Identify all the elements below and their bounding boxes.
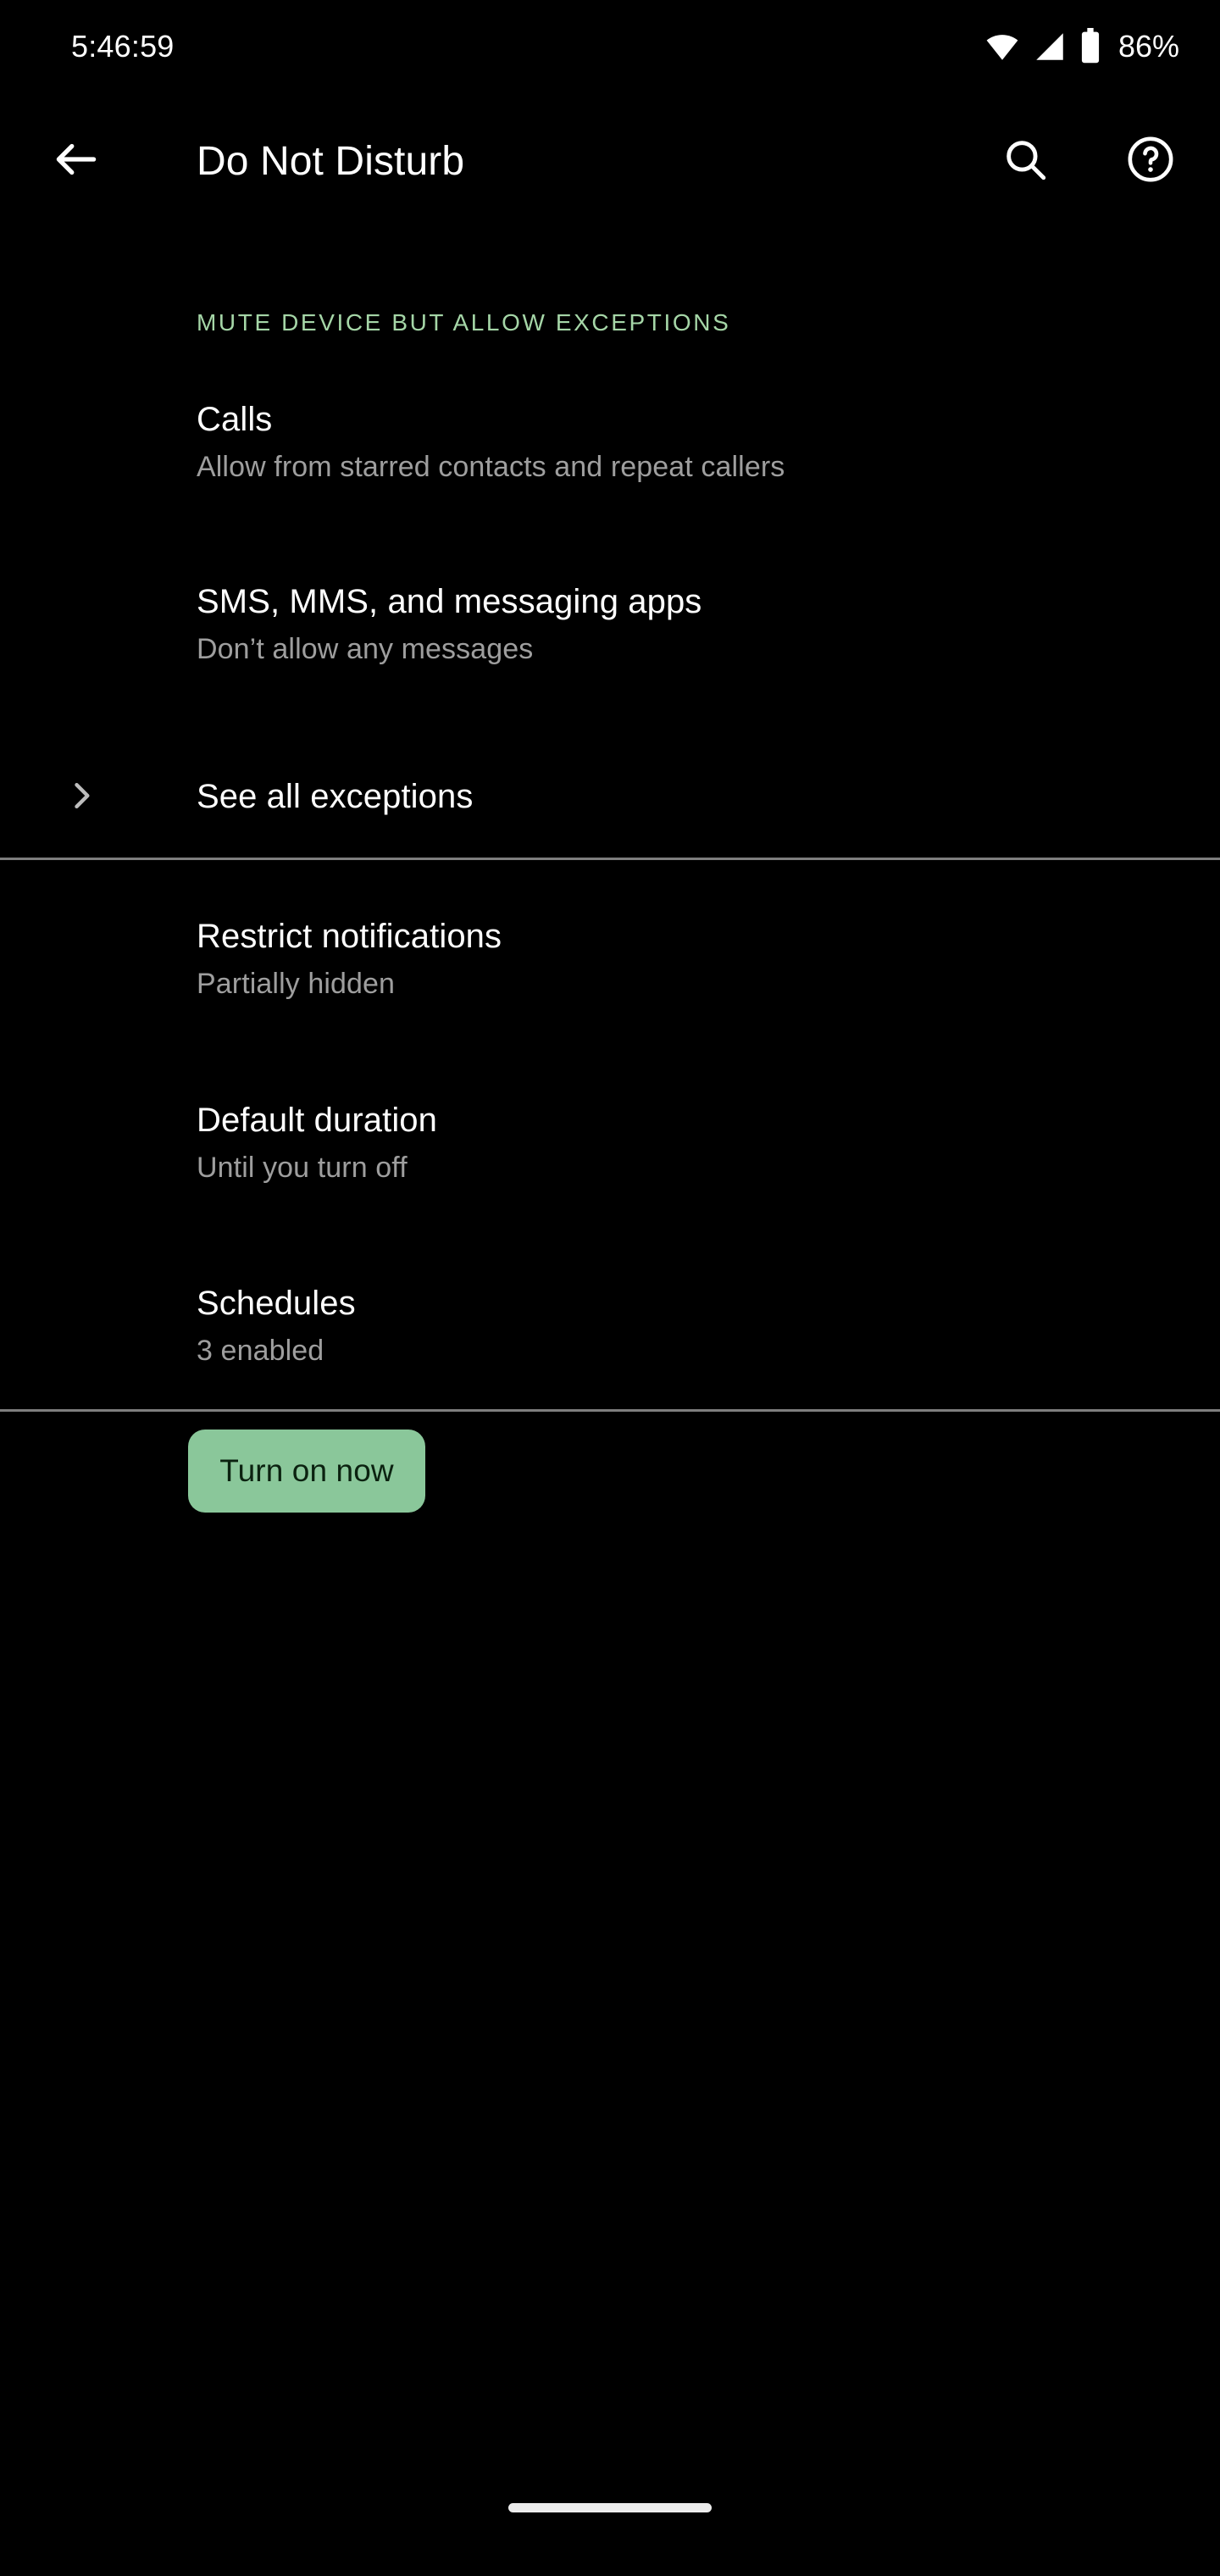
search-icon [1001, 135, 1050, 188]
app-bar: Do Not Disturb [0, 93, 1220, 229]
pref-summary: Until you turn off [197, 1152, 408, 1184]
section-header-exceptions: MUTE DEVICE BUT ALLOW EXCEPTIONS [197, 309, 731, 336]
pref-title: Restrict notifications [197, 918, 502, 955]
cellular-signal-icon [1032, 29, 1068, 64]
page-title: Do Not Disturb [197, 139, 465, 184]
back-button[interactable] [44, 129, 108, 193]
pref-summary: 3 enabled [197, 1335, 324, 1367]
status-bar: 5:46:59 86% [0, 0, 1220, 93]
battery-percent-label: 86% [1117, 29, 1179, 64]
pref-row-default-duration[interactable]: Default duration Until you turn off [0, 1099, 1220, 1187]
pref-title: Default duration [197, 1102, 438, 1139]
pref-row-sms-mms[interactable]: SMS, MMS, and messaging apps Don’t allow… [0, 580, 1220, 669]
pref-title: SMS, MMS, and messaging apps [197, 583, 702, 620]
home-gesture-pill[interactable] [508, 2503, 712, 2512]
section-divider [0, 858, 1220, 860]
pref-summary: Partially hidden [197, 968, 396, 1000]
turn-on-now-label: Turn on now [219, 1453, 394, 1488]
pref-row-restrict-notifications[interactable]: Restrict notifications Partially hidden [0, 915, 1220, 1003]
turn-on-now-button[interactable]: Turn on now [188, 1430, 425, 1513]
pref-row-calls[interactable]: Calls Allow from starred contacts and re… [0, 398, 1220, 486]
status-bar-icons: 86% [984, 28, 1179, 65]
pref-title: See all exceptions [197, 778, 474, 815]
pref-row-see-all-exceptions[interactable]: See all exceptions [0, 775, 1220, 818]
footer-divider [0, 1409, 1220, 1412]
battery-icon [1079, 28, 1101, 65]
chevron-right-icon [58, 772, 105, 819]
search-button[interactable] [993, 129, 1057, 193]
wifi-icon [984, 29, 1020, 64]
pref-summary: Allow from starred contacts and repeat c… [197, 451, 785, 483]
pref-summary: Don’t allow any messages [197, 633, 534, 665]
pref-row-schedules[interactable]: Schedules 3 enabled [0, 1282, 1220, 1370]
help-button[interactable] [1118, 129, 1183, 193]
arrow-back-icon [50, 133, 103, 190]
help-circle-icon [1126, 135, 1175, 188]
pref-title: Schedules [197, 1285, 356, 1322]
status-bar-clock: 5:46:59 [71, 29, 175, 64]
pref-title: Calls [197, 401, 273, 438]
